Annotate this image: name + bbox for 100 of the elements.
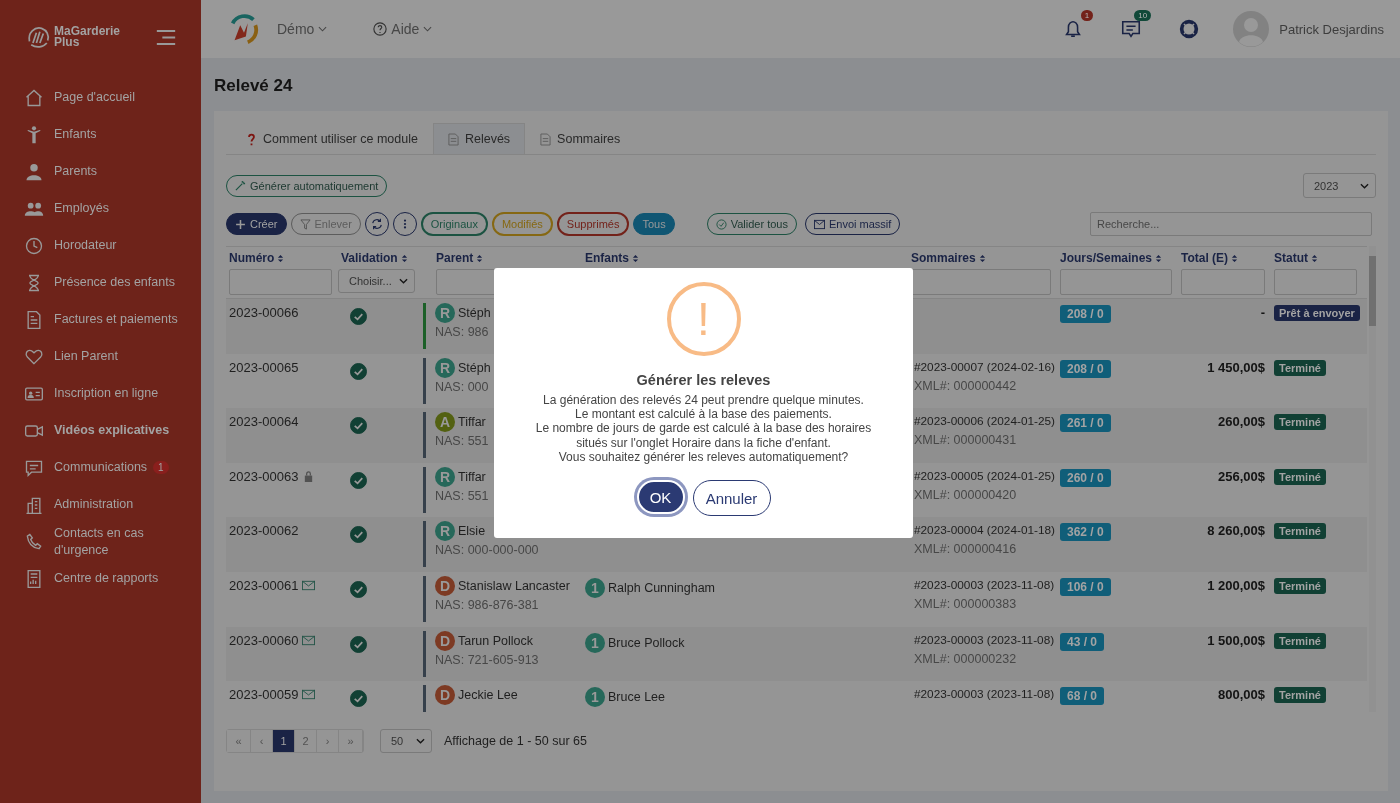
table-cell: 2023-00066 bbox=[229, 305, 299, 320]
sidebar-item[interactable]: Contacts en cas d'urgence bbox=[0, 523, 201, 560]
brand-name: MaGarderie Plus bbox=[54, 26, 122, 48]
check-circle-icon bbox=[715, 218, 727, 230]
sort-icon[interactable] bbox=[400, 253, 408, 263]
user-name[interactable]: Patrick Desjardins bbox=[1279, 21, 1384, 37]
generate-button[interactable]: Générer automatiquement bbox=[226, 174, 388, 197]
sort-icon[interactable] bbox=[277, 253, 285, 263]
ok-button[interactable]: OK bbox=[636, 480, 685, 514]
sort-icon[interactable] bbox=[632, 253, 639, 263]
help-menu[interactable]: Aide bbox=[367, 20, 439, 38]
sidebar-item[interactable]: Page d'accueil bbox=[0, 79, 201, 116]
days-badge: 208 / 0 bbox=[1060, 305, 1111, 323]
first-page-button[interactable]: « bbox=[227, 730, 251, 752]
child-name: Ralph Cunningham bbox=[608, 580, 715, 595]
chevron-down-icon bbox=[423, 26, 433, 32]
column-filter-field[interactable] bbox=[229, 269, 332, 295]
sidebar-item[interactable]: Horodateur bbox=[0, 227, 201, 264]
filter-toggle[interactable]: Tous bbox=[633, 213, 675, 235]
status-badge: Terminé bbox=[1274, 632, 1326, 649]
message-badge: 10 bbox=[1134, 10, 1152, 21]
sidebar-item[interactable]: Centre de rapports bbox=[0, 560, 201, 597]
sidebar-item[interactable]: Parents bbox=[0, 153, 201, 190]
scrollbar[interactable] bbox=[1369, 246, 1376, 712]
table-cell: 2023-00062 bbox=[229, 523, 299, 539]
validation-filter[interactable]: Choisir... bbox=[338, 269, 415, 293]
tab[interactable]: Relevés bbox=[432, 123, 526, 154]
cancel-button[interactable]: Annuler bbox=[692, 480, 771, 516]
table-cell: 2023-00065 bbox=[229, 359, 299, 375]
initial-badge: 1 bbox=[585, 577, 605, 598]
filter-toggle[interactable]: Supprimés bbox=[556, 212, 630, 236]
column-header[interactable]: Validation bbox=[338, 247, 433, 269]
chat-icon[interactable] bbox=[1120, 18, 1143, 40]
sidebar-item[interactable]: Administration bbox=[0, 486, 201, 523]
envelope-icon bbox=[813, 218, 825, 230]
more-options-button[interactable] bbox=[392, 212, 417, 236]
year-select[interactable]: 2023 bbox=[1303, 173, 1376, 198]
sort-icon[interactable] bbox=[1311, 253, 1318, 263]
column-header[interactable]: Jours/Semaines bbox=[1057, 247, 1178, 269]
total-amount: 800,00$ bbox=[1218, 687, 1265, 703]
sort-icon[interactable] bbox=[1155, 253, 1163, 263]
column-filter-field[interactable] bbox=[911, 269, 1051, 295]
column-filter-field[interactable] bbox=[1181, 269, 1265, 295]
sort-icon[interactable] bbox=[978, 253, 986, 263]
sidebar-item[interactable]: Lien Parent bbox=[0, 338, 201, 375]
parent-name: Elsie bbox=[458, 524, 486, 539]
page-size-select[interactable]: 50 bbox=[380, 729, 432, 753]
status-badge: Prêt à envoyer bbox=[1274, 305, 1360, 321]
create-button[interactable]: Créer bbox=[226, 213, 287, 235]
total-amount: - bbox=[1260, 305, 1265, 320]
initial-badge: 1 bbox=[585, 632, 605, 653]
parent-name: Jeckie Lee bbox=[458, 688, 518, 703]
sidebar-item[interactable]: Vidéos explicatives bbox=[0, 412, 201, 449]
total-amount: 1 200,00$ bbox=[1207, 577, 1265, 593]
initial-badge: D bbox=[435, 575, 455, 596]
parent-name: Tiffar bbox=[458, 469, 486, 484]
nas-number: NAS: 551 bbox=[435, 434, 489, 449]
plus-icon bbox=[235, 218, 246, 230]
column-filter-field[interactable] bbox=[1274, 269, 1357, 295]
sort-icon[interactable] bbox=[476, 253, 484, 263]
clock-icon bbox=[24, 235, 44, 256]
column-header[interactable]: Enfants bbox=[582, 247, 908, 269]
tab[interactable]: Sommaires bbox=[525, 123, 636, 154]
table-cell: 2023-00061 bbox=[229, 577, 299, 593]
mass-send-button[interactable]: Envoi massif bbox=[804, 213, 901, 235]
status-badge: Terminé bbox=[1274, 687, 1326, 704]
summary-reference: #2023-00005 (2024-01-25) bbox=[914, 468, 1055, 483]
sidebar-item[interactable]: Enfants bbox=[0, 116, 201, 153]
menu-icon[interactable] bbox=[155, 28, 177, 46]
validate-all-button[interactable]: Valider tous bbox=[706, 213, 797, 235]
dialog-title: Générer les releves bbox=[636, 372, 771, 388]
sort-icon[interactable] bbox=[1231, 253, 1239, 263]
sidebar-item[interactable]: Employés bbox=[0, 190, 201, 227]
lifebuoy-icon[interactable] bbox=[1178, 18, 1201, 40]
sidebar-item[interactable]: Factures et paiements bbox=[0, 301, 201, 338]
total-amount: 1 450,00$ bbox=[1207, 359, 1265, 375]
initial-badge: R bbox=[435, 303, 455, 323]
remove-button[interactable]: Enlever bbox=[290, 213, 361, 235]
chevron-down-icon bbox=[399, 278, 408, 284]
organization-menu[interactable]: Démo bbox=[271, 20, 334, 38]
days-badge: 43 / 0 bbox=[1060, 632, 1105, 651]
xml-number: XML#: 000000431 bbox=[914, 433, 1017, 448]
column-filter-field[interactable] bbox=[1060, 269, 1172, 295]
sidebar-item[interactable]: Inscription en ligne bbox=[0, 375, 201, 412]
tab[interactable]: Comment utiliser ce module bbox=[231, 123, 433, 154]
sidebar-item[interactable]: Communications 1 bbox=[0, 449, 201, 486]
column-header[interactable]: Parent bbox=[433, 247, 582, 269]
page-title: Relevé 24 bbox=[214, 76, 294, 96]
sidebar-item[interactable]: Présence des enfants bbox=[0, 264, 201, 301]
column-header[interactable]: Statut bbox=[1271, 247, 1363, 269]
days-badge: 261 / 0 bbox=[1060, 414, 1111, 433]
total-amount: 256,00$ bbox=[1218, 468, 1265, 484]
days-badge: 362 / 0 bbox=[1060, 523, 1111, 542]
search-field[interactable]: Recherche... bbox=[1090, 212, 1372, 236]
column-header[interactable]: Sommaires bbox=[908, 247, 1057, 269]
refresh-button[interactable] bbox=[364, 212, 389, 236]
column-header[interactable]: Total (E) bbox=[1178, 247, 1271, 269]
page-button[interactable]: 1 bbox=[273, 730, 295, 752]
column-header[interactable]: Numéro bbox=[226, 247, 338, 269]
filter-toggle[interactable]: Originaux bbox=[420, 212, 488, 236]
